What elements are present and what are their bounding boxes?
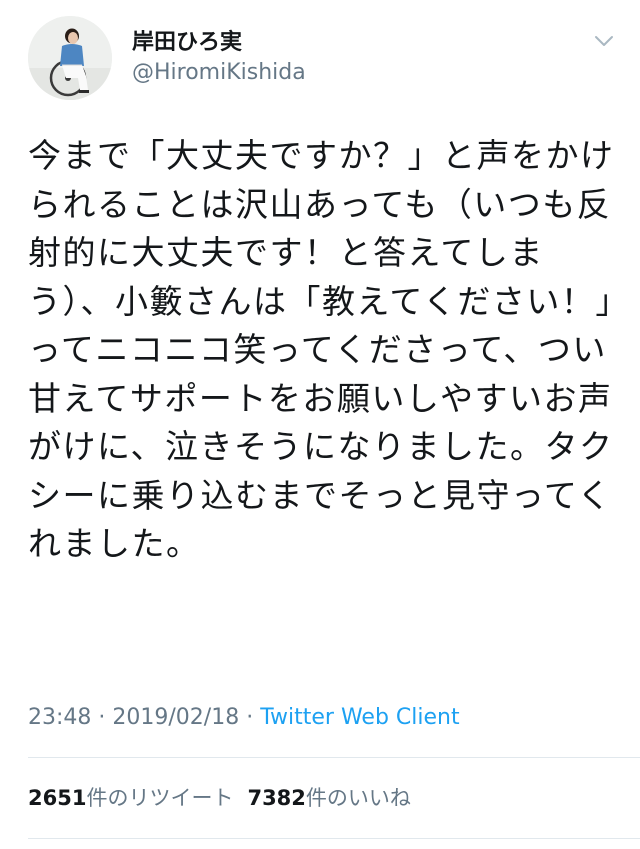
retweets-label: 件のリツイート [86, 786, 234, 810]
likes-stat[interactable]: 7382件のいいね [247, 786, 410, 810]
tweet-date[interactable]: 2019/02/18 [112, 705, 239, 730]
meta-separator: · [98, 705, 106, 730]
author-handle[interactable]: @HiromiKishida [132, 60, 306, 86]
divider [28, 838, 640, 839]
tweet-text: 今まで「大丈夫ですか？」と声をかけられることは沢山あっても（いつも反射的に大丈夫… [28, 136, 615, 563]
avatar[interactable] [28, 16, 112, 100]
retweets-stat[interactable]: 2651件のリツイート [28, 786, 233, 810]
author-display-name[interactable]: 岸田ひろ実 [132, 30, 242, 56]
tweet-header: 岸田ひろ実 @HiromiKishida [0, 0, 640, 110]
tweet-stats: 2651件のリツイート 7382件のいいね [28, 783, 411, 813]
profile-photo-icon [28, 16, 112, 100]
tweet-source-link[interactable]: Twitter Web Client [260, 705, 459, 730]
divider [28, 757, 640, 758]
chevron-down-icon[interactable] [592, 33, 616, 49]
tweet-metadata: 23:48 · 2019/02/18 · Twitter Web Client [28, 703, 460, 733]
meta-separator: · [246, 705, 254, 730]
likes-label: 件のいいね [305, 786, 411, 810]
likes-count: 7382 [247, 786, 306, 810]
retweets-count: 2651 [28, 786, 87, 810]
tweet-time: 23:48 [28, 705, 92, 730]
